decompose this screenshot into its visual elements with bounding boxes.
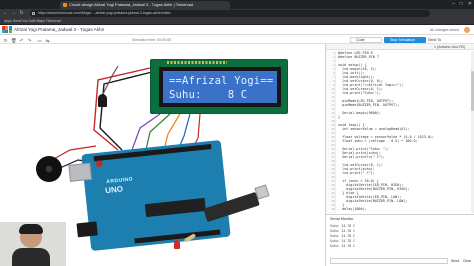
code-line: int sensorValue = analogRead(A1); [338,127,410,131]
lcd-line-1: ==Afrizal Yogi== [169,75,274,87]
tinkercad-logo-icon[interactable] [2,26,12,34]
delete-icon[interactable]: 🗑 [11,38,17,43]
serial-output-line: Suhu: 24.78 C [330,239,355,243]
note-icon[interactable]: ▭ [37,38,42,43]
code-button-label: Code [356,38,365,42]
simulator-timer: Simulator time: 00:00:05 [132,38,171,42]
code-line: Serial.begin(9600); [338,111,381,115]
save-status: All changes saved [429,28,459,32]
code-panel: 1 (Arduino Uno R3) 1 #define LED_PIN 8 2 #d… [325,44,474,266]
url-input[interactable]: https://www.tinkercad.com/things/...-afr… [30,10,430,17]
code-line: delay(1000); [338,207,367,211]
lock-icon [32,11,35,15]
lcd-module[interactable]: ==Afrizal Yogi== Suhu: 8 C [150,59,288,114]
forward-icon[interactable]: → [10,10,17,17]
send-to-label: Send To [428,38,442,42]
presenter-hair [19,224,43,234]
serial-input[interactable] [330,258,448,264]
redo-icon[interactable]: ↷ [27,38,32,43]
screen: Circuit design Afrizal Yogi Pratama_Jadw… [0,0,474,266]
serial-clear-button[interactable]: Clear [462,258,472,264]
lcd-screen: ==Afrizal Yogi== Suhu: 8 C [163,71,277,103]
window-controls: – □ ✕ [452,1,472,8]
editor-toolbar: ⟳ 🗑 ↶ ↷ ▭ ⇋ Simulator time: 00:00:05 Cod… [0,36,474,44]
avatar[interactable] [464,27,470,33]
code-panel-header: 1 (Arduino Uno R3) [326,44,474,50]
piezo-buzzer[interactable] [36,156,62,182]
bookmarks-bar[interactable]: Apps Gmail YouTube Maps Tinkercad [0,18,474,25]
reset-button[interactable] [96,160,103,168]
presenter-body [12,248,50,266]
flip-icon[interactable]: ⇋ [45,38,50,43]
rotate-icon[interactable]: ⟳ [3,38,8,43]
stop-button-label: Stop Simulation [390,38,416,42]
project-title[interactable]: Afrizal Yogi Pratama_Jadwal 3 - Tugas Ak… [14,26,104,34]
serial-output-line: Suhu: 24.78 C [330,234,355,238]
arduino-board[interactable]: ARDUINO UNO [68,139,231,252]
header-right: All changes saved [430,27,470,33]
power-jack [76,221,98,238]
send-to-button[interactable]: Send To [428,37,448,43]
code-line: digitalWrite(BUZZER_PIN, LOW); [338,199,408,203]
back-icon[interactable]: ← [2,10,9,17]
lcd-bezel: ==Afrizal Yogi== Suhu: 8 C [159,67,281,107]
tab-title: Circuit design Afrizal Yogi Pratama_Jadw… [69,2,194,7]
code-line: pinMode(BUZZER_PIN, OUTPUT); [338,103,400,107]
board-select[interactable]: 1 (Arduino Uno R3) [434,45,465,50]
lcd-pins [167,61,227,64]
serial-output-line: Suhu: 24.78 C [330,224,355,228]
browser-tabbar: Circuit design Afrizal Yogi Pratama_Jadw… [0,0,474,9]
code-line: lcd.print("Suhu:"); [338,91,381,95]
code-editor[interactable]: 1 #define LED_PIN 8 2 #define BUZZER_PIN 73… [326,51,474,213]
arduino-model: UNO [104,184,124,196]
lcd-line-2: Suhu: 8 C [169,89,248,101]
code-line: } [338,115,341,119]
code-line: float suhu = (voltage - 0.5) * 100.0; [338,139,418,143]
maximize-icon[interactable]: □ [460,1,463,8]
code-button[interactable]: Code [350,37,382,43]
address-bar: ← → ↻ https://www.tinkercad.com/things/.… [0,9,474,18]
code-line: lcd.print(" C"); [338,171,375,175]
serial-monitor: Serial Monitor Send Clear Suhu: 24.78 CS… [326,214,474,266]
serial-send-button[interactable]: Send [450,258,460,264]
microcontroller-chip [144,197,206,218]
serial-output-line: Suhu: 24.78 C [330,229,355,233]
red-led[interactable] [174,240,180,249]
minimize-icon[interactable]: – [452,1,455,8]
reload-icon[interactable]: ↻ [18,10,25,17]
code-line: #define BUZZER_PIN 7 [338,55,379,59]
code-line: Serial.println(" C"); [338,155,385,159]
tinkercad-favicon-icon [63,3,67,7]
close-icon[interactable]: ✕ [468,1,472,8]
stop-simulation-button[interactable]: Stop Simulation [384,37,426,43]
undo-icon[interactable]: ↶ [19,38,24,43]
webcam-overlay [0,222,66,266]
tinkercad-header: Afrizal Yogi Pratama_Jadwal 3 - Tugas Ak… [0,25,474,35]
browser-tab[interactable]: Circuit design Afrizal Yogi Pratama_Jadw… [60,1,230,9]
serial-monitor-title: Serial Monitor [330,217,354,221]
url-text: https://www.tinkercad.com/things/...-afr… [38,11,171,15]
serial-output-line: Suhu: 24.78 C [330,244,355,248]
temperature-sensor[interactable] [98,94,107,107]
line-number: 40 [331,207,335,211]
usb-port [68,162,92,182]
